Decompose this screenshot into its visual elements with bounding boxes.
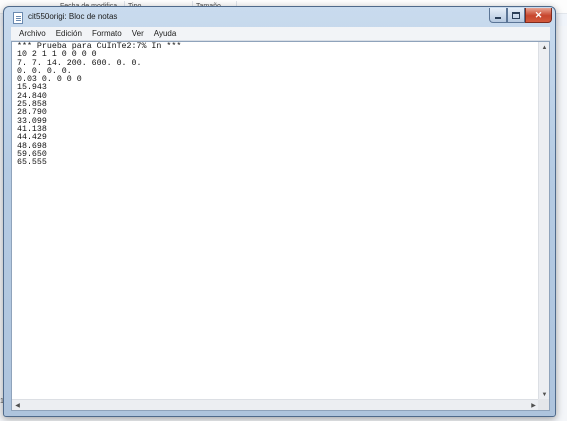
- scroll-left-icon[interactable]: ◀: [12, 400, 23, 411]
- text-line: 7. 7. 14. 200. 600. 0. 0.: [17, 58, 142, 68]
- close-icon: ✕: [534, 9, 543, 20]
- text-line: 33.099: [17, 116, 47, 126]
- close-button[interactable]: ✕: [525, 8, 552, 23]
- menu-bar: Archivo Edición Formato Ver Ayuda: [11, 27, 550, 41]
- menu-ver[interactable]: Ver: [127, 27, 149, 41]
- title-bar[interactable]: cit550origi: Bloc de notas ✕: [4, 7, 555, 27]
- text-editor[interactable]: *** Prueba para CuInTe2:7% In *** 10 2 1…: [11, 41, 550, 411]
- text-line: 65.555: [17, 158, 47, 168]
- vertical-scrollbar[interactable]: ▲ ▼: [538, 42, 549, 400]
- text-line: 0.03 0. 0 0 0: [17, 75, 82, 85]
- text-content[interactable]: *** Prueba para CuInTe2:7% In *** 10 2 1…: [12, 42, 539, 400]
- menu-ayuda[interactable]: Ayuda: [149, 27, 182, 41]
- text-line: 24.840: [17, 91, 47, 101]
- horizontal-scrollbar[interactable]: ◀ ▶: [12, 399, 539, 410]
- menu-formato[interactable]: Formato: [87, 27, 127, 41]
- text-line: 0. 0. 0. 0.: [17, 66, 72, 76]
- notepad-icon[interactable]: [13, 12, 23, 24]
- resize-grip[interactable]: [538, 399, 549, 410]
- maximize-icon: [512, 11, 520, 19]
- text-line: 25.858: [17, 100, 47, 110]
- minimize-icon: [495, 16, 501, 19]
- text-line: 48.698: [17, 141, 47, 151]
- notepad-window: cit550origi: Bloc de notas ✕ Archivo Edi…: [3, 6, 556, 417]
- maximize-button[interactable]: [507, 8, 525, 23]
- text-line: 28.790: [17, 108, 47, 118]
- text-line: 41.138: [17, 124, 47, 134]
- text-line: 44.429: [17, 133, 47, 143]
- text-line: 15.943: [17, 83, 47, 93]
- text-line: 59.650: [17, 149, 47, 159]
- window-title: cit550origi: Bloc de notas: [28, 12, 118, 21]
- minimize-button[interactable]: [489, 8, 507, 23]
- scroll-up-icon[interactable]: ▲: [539, 42, 550, 53]
- menu-edicion[interactable]: Edición: [51, 27, 87, 41]
- menu-archivo[interactable]: Archivo: [14, 27, 51, 41]
